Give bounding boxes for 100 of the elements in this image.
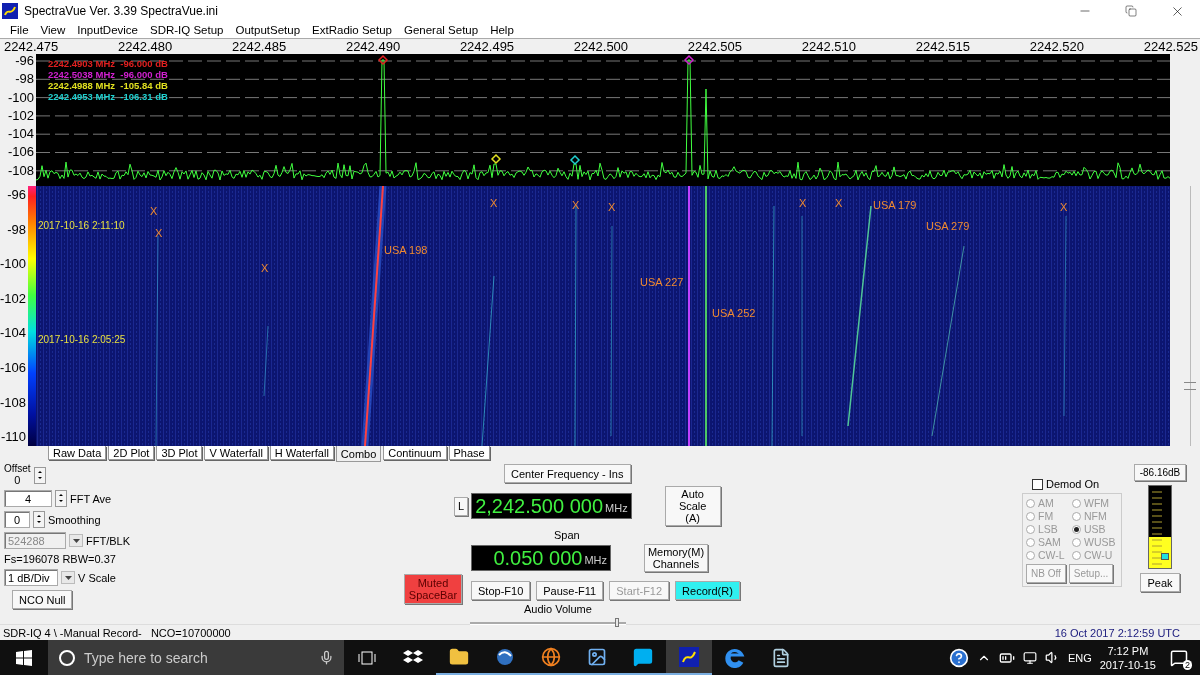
marker-reading: 2242.4988 MHz -105.84 dB [48, 80, 168, 91]
language-indicator[interactable]: ENG [1067, 651, 1092, 664]
app-logo-icon[interactable] [666, 640, 712, 675]
frequency-axis-label: 2242.495 [459, 39, 515, 54]
menu-item[interactable]: Help [484, 22, 520, 38]
db-axis-label: -108 [0, 393, 27, 412]
notification-icon[interactable] [1170, 648, 1188, 667]
frequency-axis-label: 2242.480 [117, 39, 173, 54]
notification-count: 2 [1183, 659, 1192, 670]
frequency-axis-label: 2242.485 [231, 39, 287, 54]
fft-average-label: FFT Ave [70, 492, 112, 505]
transport-button[interactable]: Pause-F11 [536, 581, 604, 600]
db-axis-label: -106 [7, 143, 34, 162]
audio-volume-label: Audio Volume [524, 603, 592, 615]
menu-item[interactable]: ExtRadio Setup [306, 22, 398, 38]
menu-item[interactable]: View [34, 22, 72, 38]
db-axis-label: -106 [0, 358, 27, 377]
l-button[interactable]: L [454, 496, 469, 516]
menu-item[interactable]: General Setup [398, 22, 485, 38]
x-mark: X [835, 197, 843, 209]
x-mark: X [1060, 201, 1068, 213]
search-field[interactable]: Type here to search [48, 640, 344, 675]
nco-null-button[interactable]: NCO Null [12, 590, 73, 609]
frequency-axis-label: 2242.505 [687, 39, 743, 54]
db-axis-label: -100 [7, 88, 34, 107]
center-frequency-button[interactable]: Center Frequency - Ins [504, 464, 631, 483]
span-display: 0.050 000 MHz [471, 545, 611, 571]
satellite-label: USA 198 [384, 244, 428, 256]
x-mark: X [150, 205, 158, 217]
x-mark: X [155, 227, 163, 239]
window-title: SpectraVue Ver. 3.39 SpectraVue.ini [24, 4, 219, 18]
view-tab[interactable]: Raw Data [48, 446, 107, 460]
view-tab[interactable]: Combo [335, 446, 382, 462]
db-axis-label: -102 [7, 106, 34, 125]
help-icon[interactable] [948, 647, 969, 668]
v-scale-label: V Scale [78, 571, 116, 584]
demod-label: Demod On [1046, 478, 1100, 490]
menu-item[interactable]: InputDevice [71, 22, 144, 38]
timestamp: 2017-10-16 2:11:10 [38, 220, 125, 232]
menu-item[interactable]: SDR-IQ Setup [144, 22, 230, 38]
db-axis-label: -102 [0, 289, 27, 308]
satellite-label: USA 227 [640, 276, 684, 288]
task-view-icon[interactable] [358, 650, 376, 665]
offset-label: Offset [4, 464, 31, 474]
spinner[interactable] [55, 490, 67, 507]
span-label: Span [554, 529, 580, 541]
auto-scale-button[interactable]: Auto Scale (A) [664, 486, 721, 526]
peak-button[interactable]: Peak [1140, 573, 1180, 592]
clock[interactable]: 7:12 PM 2017-10-15 [1099, 643, 1156, 672]
db-axis-label: -98 [7, 220, 27, 239]
frequency-axis-label: 2242.515 [915, 39, 970, 54]
status-text: SDR-IQ 4 \ -Manual Record- NCO=10700000 [3, 626, 231, 639]
marker-diamond-icon [569, 154, 581, 166]
offset-value: 0 [14, 474, 21, 486]
x-mark: X [799, 197, 807, 209]
search-icon [58, 648, 76, 667]
view-tab[interactable]: 2D Plot [108, 446, 155, 460]
frequency-axis-label: 2242.490 [345, 39, 401, 54]
transport-button[interactable]: Record(R) [675, 581, 740, 600]
satellite-label: USA 179 [873, 199, 917, 211]
x-mark: X [608, 201, 616, 213]
restore-icon[interactable] [1125, 5, 1137, 17]
db-axis-label: -96 [15, 52, 34, 70]
x-mark: X [261, 262, 269, 274]
marker-diamond-icon [683, 54, 695, 66]
spinner[interactable] [33, 511, 45, 528]
menu-item[interactable]: File [4, 22, 35, 38]
db-axis-label: -108 [7, 161, 34, 180]
memory-channels-button[interactable]: Memory(M) Channels [644, 544, 708, 572]
microphone-icon[interactable] [319, 650, 334, 665]
smoothing-label: Smoothing [48, 513, 101, 526]
marker-reading: 2242.5038 MHz -96.000 dB [48, 69, 168, 80]
marker-diamond-icon [490, 153, 502, 165]
menu-item[interactable]: OutputSetup [229, 22, 307, 38]
level-reading: -86.16dB [1133, 464, 1187, 481]
app-logo-icon [2, 3, 18, 19]
frequency-axis-label: 2242.475 [4, 39, 59, 54]
view-tab[interactable]: Phase [448, 446, 490, 460]
frequency-axis-label: 2242.500 [573, 39, 629, 54]
fft-block-label: FFT/BLK [86, 534, 130, 547]
marker-diamond-icon [377, 54, 389, 66]
timestamp: 2017-10-16 2:05:25 [38, 334, 126, 346]
satellite-label: USA 279 [926, 220, 970, 232]
view-tab[interactable]: 3D Plot [156, 446, 203, 460]
transport-button[interactable]: Stop-F10 [471, 581, 531, 600]
smoothing-field[interactable]: 0 [4, 511, 30, 528]
spinner[interactable] [33, 466, 46, 484]
frequency-display: 2,242.500 000 MHz [471, 493, 632, 519]
db-axis-label: -98 [15, 70, 34, 89]
view-tab[interactable]: V Waterfall [204, 446, 268, 460]
network-icon[interactable] [1022, 650, 1037, 665]
sample-rate-info: Fs=196078 RBW=0.37 [4, 553, 117, 565]
utc-time: 16 Oct 2017 2:12:59 UTC [1054, 626, 1180, 639]
view-tab[interactable]: H Waterfall [269, 446, 334, 460]
fft-average-field[interactable]: 4 [4, 490, 52, 507]
v-scale-dropdown[interactable]: 1 dB/Div [4, 569, 58, 586]
mute-button[interactable]: Muted SpaceBar [404, 574, 462, 604]
view-tab[interactable]: Continuum [383, 446, 447, 460]
windows-logo-icon[interactable] [16, 649, 32, 666]
x-mark: X [490, 197, 498, 209]
